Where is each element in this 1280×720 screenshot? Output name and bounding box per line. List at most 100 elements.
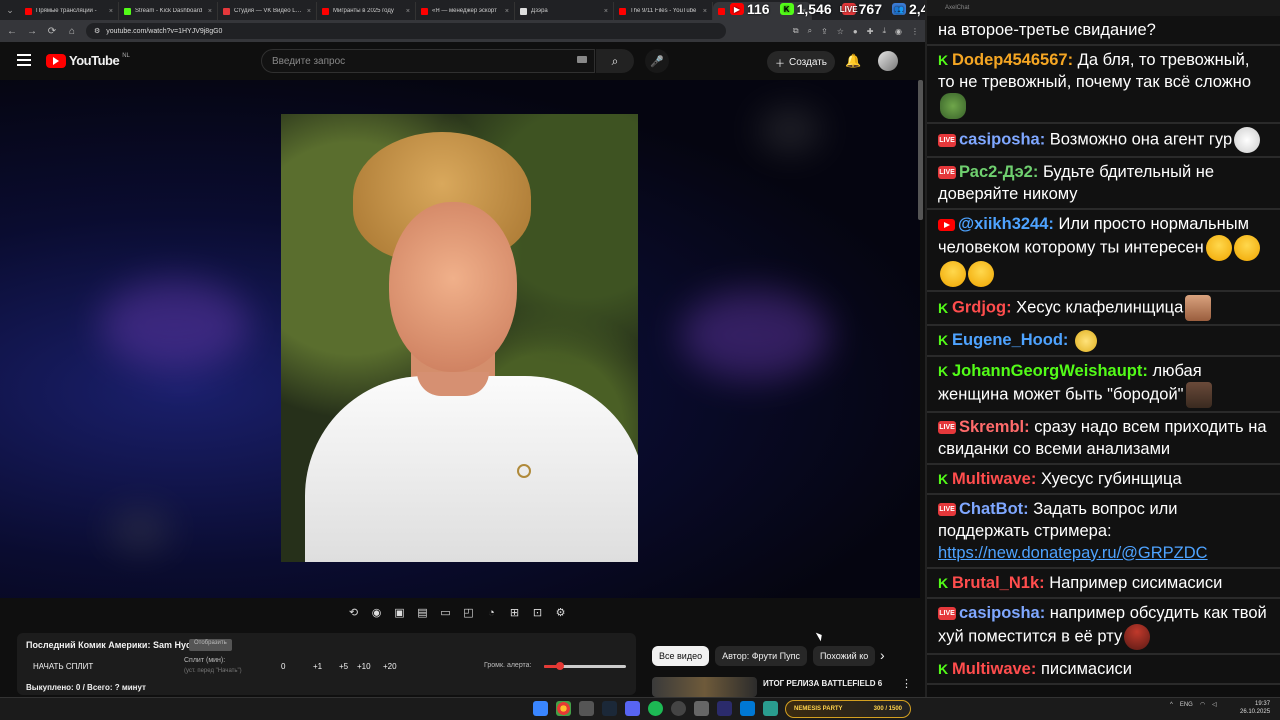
home-icon[interactable]: ⌂ [66, 26, 78, 37]
share-icon[interactable]: ⇪ [821, 27, 828, 36]
mini-player-icon[interactable]: ◰ [460, 604, 477, 621]
zoom-icon[interactable]: ⌕ [808, 26, 812, 36]
obs-icon[interactable] [671, 701, 686, 716]
cinema-icon[interactable]: ▤ [414, 604, 431, 621]
video-title[interactable]: ИТОГ РЕЛИЗА BATTLEFIELD 6 [763, 677, 882, 697]
browser-tab[interactable]: Stream - Kick Dashboard × [119, 2, 218, 20]
more-options-icon[interactable]: ⋮ [901, 677, 912, 697]
chat-username[interactable]: Eugene_Hood: [952, 331, 1068, 349]
volume-icon[interactable]: ◁ [1212, 701, 1217, 708]
camera-icon[interactable]: ⊡ [529, 604, 546, 621]
browser-tab[interactable]: Дзэра × [515, 2, 614, 20]
chip-author[interactable]: Автор: Фрути Пупс [715, 646, 807, 666]
search-button[interactable]: ⌕ [596, 49, 634, 73]
download-icon[interactable]: ⤓ [882, 26, 886, 36]
app-icon[interactable] [717, 701, 732, 716]
menu-icon[interactable]: ⋮ [911, 27, 919, 36]
chat-username[interactable]: Brutal_N1k: [952, 574, 1045, 592]
app-icon[interactable] [740, 701, 755, 716]
browser-tab[interactable]: Мигранты в 2025 году × [317, 2, 416, 20]
chat-username[interactable]: ChatBot: [959, 500, 1029, 518]
reload-icon[interactable]: ⟳ [46, 26, 58, 37]
close-icon[interactable]: × [208, 8, 212, 15]
create-button[interactable]: ＋ Создать [767, 51, 835, 73]
start-split-button[interactable]: НАЧАТЬ СПЛИТ [33, 662, 93, 671]
chat-username[interactable]: Grdjog: [952, 298, 1012, 316]
close-icon[interactable]: × [307, 8, 311, 15]
extension-icon[interactable]: ● [853, 27, 858, 36]
microphone-icon[interactable]: 🎤 [645, 49, 669, 73]
chrome-icon[interactable] [556, 701, 571, 716]
language-indicator[interactable]: ENG [1180, 702, 1193, 708]
notifications-icon[interactable]: 🔔 [845, 53, 861, 69]
chip-all-videos[interactable]: Все видео [652, 646, 710, 666]
chat-username[interactable]: casiposha: [959, 130, 1045, 148]
chat-username[interactable]: casiposha: [959, 604, 1045, 622]
browser-tab[interactable]: Студия — VK Видео Live × [218, 2, 317, 20]
install-icon[interactable]: ⧉ [793, 26, 799, 36]
chat-username[interactable]: Multiwave: [952, 660, 1036, 678]
add-5-button[interactable]: +5 [339, 662, 348, 671]
clock[interactable]: 19:37 26.10.2025 [1240, 700, 1270, 716]
youtube-logo[interactable]: YouTube NL [46, 53, 130, 68]
url-field[interactable]: ⚙ youtube.com/watch?v=1HYJV9j8gG0 [86, 23, 726, 39]
chat-username[interactable]: Multiwave: [952, 470, 1036, 488]
chat-username[interactable]: Dodep4546567: [952, 51, 1073, 69]
alert-volume-slider[interactable] [544, 662, 626, 670]
nemesis-party-widget[interactable]: NEMESIS PARTY 300 / 1500 [785, 700, 911, 718]
chat-username[interactable]: @xiikh3244: [958, 215, 1054, 233]
chat-username[interactable]: Рас2-Дэ2: [959, 163, 1038, 181]
speed-icon[interactable]: ◔ [483, 604, 500, 621]
back-icon[interactable]: ← [6, 26, 18, 37]
browser-tab[interactable]: The 9/11 Files - YouTube × [614, 2, 713, 20]
video-thumbnail[interactable] [652, 677, 757, 697]
chip-similar[interactable]: Похожий ко [812, 646, 876, 666]
start-icon[interactable] [533, 701, 548, 716]
app-icon[interactable] [579, 701, 594, 716]
browser-tab[interactable]: Прямые трансляции - × [20, 2, 119, 20]
add-1-button[interactable]: +1 [313, 662, 322, 671]
add-10-button[interactable]: +10 [357, 662, 371, 671]
close-icon[interactable]: × [505, 8, 509, 15]
display-button[interactable]: Отобразить [189, 639, 232, 651]
wifi-icon[interactable]: ◠ [1200, 701, 1205, 708]
discord-icon[interactable] [625, 701, 640, 716]
recommendation-item[interactable]: ИТОГ РЕЛИЗА BATTLEFIELD 6 ⋮ [652, 677, 912, 697]
audio-icon[interactable]: ◉ [368, 604, 385, 621]
steam-icon[interactable] [602, 701, 617, 716]
chat-scrollbar[interactable] [918, 80, 923, 220]
chat-username[interactable]: JohannGeorgWeishaupt: [952, 362, 1148, 380]
avatar[interactable] [878, 51, 898, 71]
puzzle-icon[interactable]: ✚ [867, 27, 874, 36]
screenshot-icon[interactable]: ▣ [391, 604, 408, 621]
donate-link[interactable]: https://new.donatepay.ru/@GRPZDC [938, 544, 1208, 562]
chevron-up-icon[interactable]: ^ [1170, 702, 1173, 708]
split-hint: (уст. перед "Начать") [184, 668, 242, 674]
theater-icon[interactable]: ▭ [437, 604, 454, 621]
browser-tab[interactable]: «Я — менеджер эскорт × [416, 2, 515, 20]
loop-icon[interactable]: ⟲ [345, 604, 362, 621]
gear-icon[interactable]: ⚙ [552, 604, 569, 621]
app-icon[interactable] [763, 701, 778, 716]
blurred-shape [680, 290, 830, 380]
forward-icon[interactable]: → [26, 26, 38, 37]
close-icon[interactable]: × [604, 8, 608, 15]
spotify-icon[interactable] [648, 701, 663, 716]
close-icon[interactable]: × [109, 8, 113, 15]
menu-icon[interactable] [17, 54, 31, 66]
add-20-button[interactable]: +20 [383, 662, 397, 671]
bookmark-icon[interactable]: ☆ [837, 27, 844, 36]
chat-message: K Brutal_N1k: Например сисимасиси [927, 568, 1280, 599]
app-icon[interactable] [694, 701, 709, 716]
profile-icon[interactable]: ◉ [895, 27, 902, 36]
site-info-icon[interactable]: ⚙ [94, 27, 100, 35]
search-input[interactable]: Введите запрос [261, 49, 595, 73]
tab-search-chevron-icon[interactable]: ⌄ [0, 0, 20, 20]
chevron-right-icon[interactable]: › [880, 647, 885, 663]
close-icon[interactable]: × [406, 8, 410, 15]
pip-icon[interactable]: ⊞ [506, 604, 523, 621]
keyboard-icon[interactable] [577, 56, 587, 63]
split-value[interactable]: 0 [281, 662, 285, 671]
chat-username[interactable]: Skrembl: [959, 418, 1030, 436]
close-icon[interactable]: × [703, 8, 707, 15]
